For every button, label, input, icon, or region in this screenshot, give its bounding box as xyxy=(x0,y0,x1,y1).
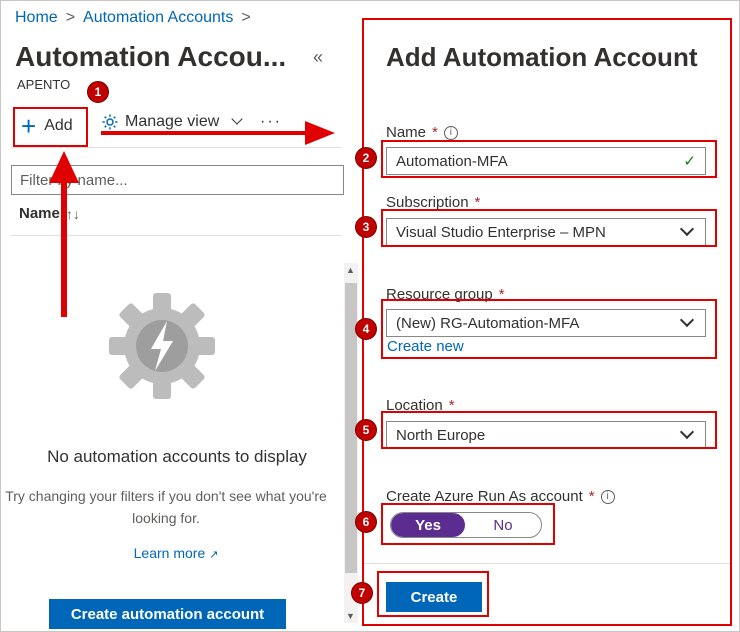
automation-gear-icon xyxy=(107,291,217,401)
column-divider xyxy=(11,235,341,236)
panel-title: Add Automation Account xyxy=(386,42,698,72)
required-marker: * xyxy=(432,124,438,141)
sort-icon: ↑↓ xyxy=(65,205,80,222)
scroll-up-icon[interactable]: ▲ xyxy=(346,265,355,275)
step-marker: 1 xyxy=(87,81,109,103)
external-link-icon: ↗ xyxy=(209,549,219,561)
step-marker: 7 xyxy=(351,582,373,604)
chevron-down-icon xyxy=(231,113,243,125)
info-icon[interactable]: i xyxy=(600,489,615,504)
step-marker: 5 xyxy=(355,419,377,441)
name-label: Name * i xyxy=(386,124,458,141)
step-marker: 4 xyxy=(355,318,377,340)
annotation-box-subscription xyxy=(381,209,717,247)
annotation-box-toggle xyxy=(381,503,555,545)
required-marker: * xyxy=(588,488,595,505)
column-header-label: Name xyxy=(19,205,60,222)
create-automation-account-button[interactable]: Create automation account xyxy=(49,599,286,629)
gear-icon xyxy=(102,114,118,130)
column-header-name[interactable]: Name ↑↓ xyxy=(19,205,80,222)
breadcrumb-home[interactable]: Home xyxy=(15,9,58,27)
scrollbar[interactable]: ▲ ▼ xyxy=(344,263,358,623)
annotation-box-location xyxy=(381,411,717,449)
more-options-button[interactable]: ··· xyxy=(260,113,282,131)
breadcrumb-separator: > xyxy=(65,9,76,26)
breadcrumb-automation-accounts[interactable]: Automation Accounts xyxy=(83,9,233,27)
info-icon[interactable]: i xyxy=(443,125,458,140)
step-marker: 6 xyxy=(355,511,377,533)
annotation-box-resource-group xyxy=(381,299,717,359)
manage-view-label: Manage view xyxy=(125,113,220,130)
app-window: Home > Automation Accounts > Automation … xyxy=(0,0,740,632)
learn-more-label: Learn more xyxy=(133,545,206,561)
scroll-down-icon[interactable]: ▼ xyxy=(346,611,355,621)
breadcrumb: Home > Automation Accounts > xyxy=(15,9,251,27)
page-subtitle: APENTO xyxy=(17,77,71,92)
empty-state-title: No automation accounts to display xyxy=(47,447,307,466)
step-marker: 3 xyxy=(355,216,377,238)
step-marker: 2 xyxy=(355,147,377,169)
filter-input[interactable] xyxy=(11,165,344,195)
toolbar-divider xyxy=(11,147,341,148)
collapse-icon[interactable]: « xyxy=(313,47,323,68)
manage-view-button[interactable]: Manage view xyxy=(101,113,245,131)
empty-state-description: Try changing your filters if you don't s… xyxy=(5,488,327,526)
annotation-box-add xyxy=(13,107,88,147)
learn-more-link[interactable]: Learn more ↗ xyxy=(1,545,341,561)
page-title: Automation Accou... xyxy=(15,41,287,72)
footer-divider xyxy=(364,563,730,564)
annotation-box-create xyxy=(377,571,489,617)
breadcrumb-separator: > xyxy=(241,9,251,26)
annotation-box-name xyxy=(381,140,717,178)
